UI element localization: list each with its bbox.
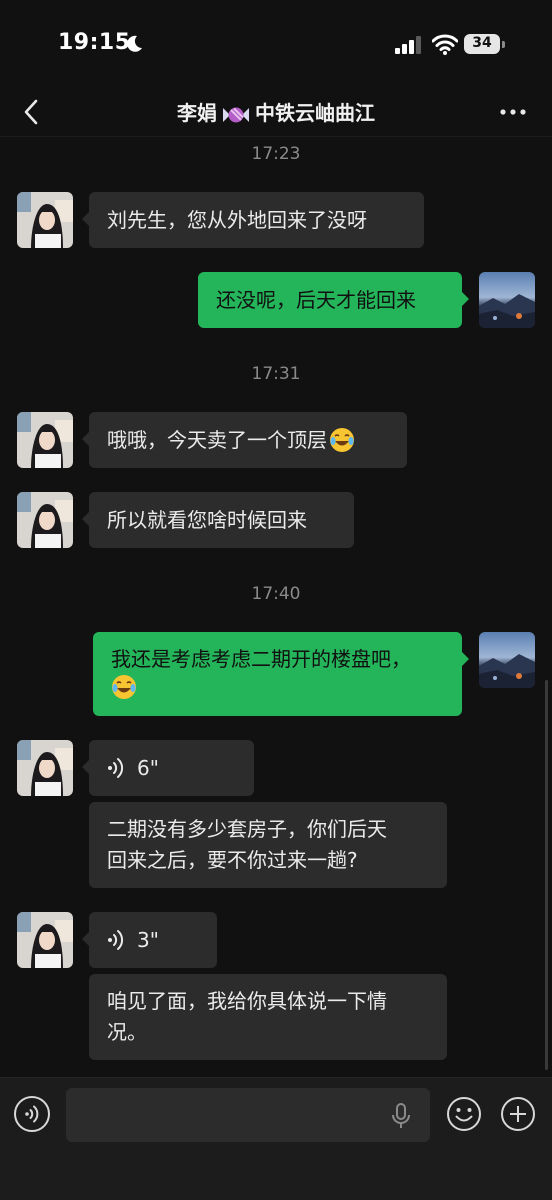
- signal-icon: [395, 36, 421, 54]
- message-bubble-incoming[interactable]: 哦哦，今天卖了一个顶层: [82, 412, 407, 468]
- cry-laugh-emoji: [330, 428, 354, 452]
- avatar-landscape-image: [479, 632, 535, 688]
- message-text-line: 咱见了面，我给你具体说一下情: [107, 989, 387, 1013]
- candy-icon: [223, 107, 249, 122]
- emoji-icon[interactable]: [446, 1096, 482, 1132]
- message-text: 所以就看您啥时候回来: [107, 508, 307, 532]
- battery-level: 34: [472, 35, 492, 51]
- avatar[interactable]: [17, 912, 73, 968]
- message-bubble-incoming[interactable]: 咱见了面，我给你具体说一下情 况。: [89, 974, 447, 1060]
- voice-message-bubble[interactable]: 3": [82, 912, 217, 968]
- message-text-line: 回来之后，要不你过来一趟?: [107, 848, 358, 872]
- status-bar: 19:15 34: [0, 0, 552, 88]
- contact-suffix: 中铁云岫曲江: [255, 101, 375, 125]
- avatar-landscape-image: [479, 272, 535, 328]
- message-text-line: 二期没有多少套房子，你们后天: [107, 817, 387, 841]
- message-bubble-outgoing[interactable]: 我还是考虑考虑二期开的楼盘吧，: [93, 632, 469, 716]
- message-bubble-incoming[interactable]: 所以就看您啥时候回来: [82, 492, 354, 548]
- avatar[interactable]: [17, 492, 73, 548]
- battery-tip: [502, 41, 505, 48]
- plus-icon[interactable]: [500, 1096, 536, 1132]
- more-icon[interactable]: [498, 96, 528, 128]
- avatar-portrait-image: [17, 192, 73, 248]
- back-icon[interactable]: [18, 96, 48, 128]
- voice-input-toggle[interactable]: [14, 1096, 50, 1132]
- status-time: 19:15: [58, 30, 131, 55]
- time-stamp: 17:23: [251, 144, 301, 164]
- avatar-portrait-image: [17, 412, 73, 468]
- avatar[interactable]: [17, 192, 73, 248]
- my-avatar[interactable]: [479, 272, 535, 328]
- voice-message-bubble[interactable]: 6": [82, 740, 254, 796]
- mic-icon[interactable]: [388, 1102, 414, 1130]
- voice-wave-icon: [108, 930, 124, 950]
- message-text: 刘先生，您从外地回来了没呀: [107, 208, 367, 232]
- cry-laugh-emoji: [112, 675, 136, 699]
- my-avatar[interactable]: [479, 632, 535, 688]
- message-input[interactable]: [66, 1088, 430, 1142]
- time-stamp: 17:40: [251, 584, 301, 604]
- avatar-portrait-image: [17, 912, 73, 968]
- avatar-portrait-image: [17, 740, 73, 796]
- avatar[interactable]: [17, 740, 73, 796]
- chat-title: 李娟 中铁云岫曲江: [110, 97, 442, 126]
- voice-duration: 6": [137, 756, 159, 780]
- time-stamp: 17:31: [251, 364, 301, 384]
- voice-duration: 3": [137, 928, 159, 952]
- contact-name: 李娟: [177, 101, 217, 125]
- nav-bar: 李娟 中铁云岫曲江: [0, 88, 552, 137]
- input-bar: [0, 1077, 552, 1200]
- avatar[interactable]: [17, 412, 73, 468]
- moon-icon: [127, 35, 142, 52]
- chat-screen: 19:15 34 李娟 中铁云岫曲江 17:23 刘先生，您从外地回来了没呀 还…: [0, 0, 552, 1200]
- voice-wave-icon: [108, 758, 124, 778]
- message-bubble-incoming[interactable]: 二期没有多少套房子，你们后天 回来之后，要不你过来一趟?: [89, 802, 447, 888]
- message-bubble-incoming[interactable]: 刘先生，您从外地回来了没呀: [82, 192, 424, 248]
- wifi-icon: [432, 34, 458, 55]
- message-text: 哦哦，今天卖了一个顶层: [107, 428, 327, 452]
- avatar-portrait-image: [17, 492, 73, 548]
- message-text: 我还是考虑考虑二期开的楼盘吧，: [111, 647, 411, 671]
- message-text-line: 况。: [107, 1020, 147, 1044]
- message-bubble-outgoing[interactable]: 还没呢，后天才能回来: [198, 272, 469, 328]
- voice-wave-icon: [25, 1105, 39, 1123]
- scrollbar[interactable]: [545, 680, 548, 1070]
- message-text: 还没呢，后天才能回来: [216, 288, 416, 312]
